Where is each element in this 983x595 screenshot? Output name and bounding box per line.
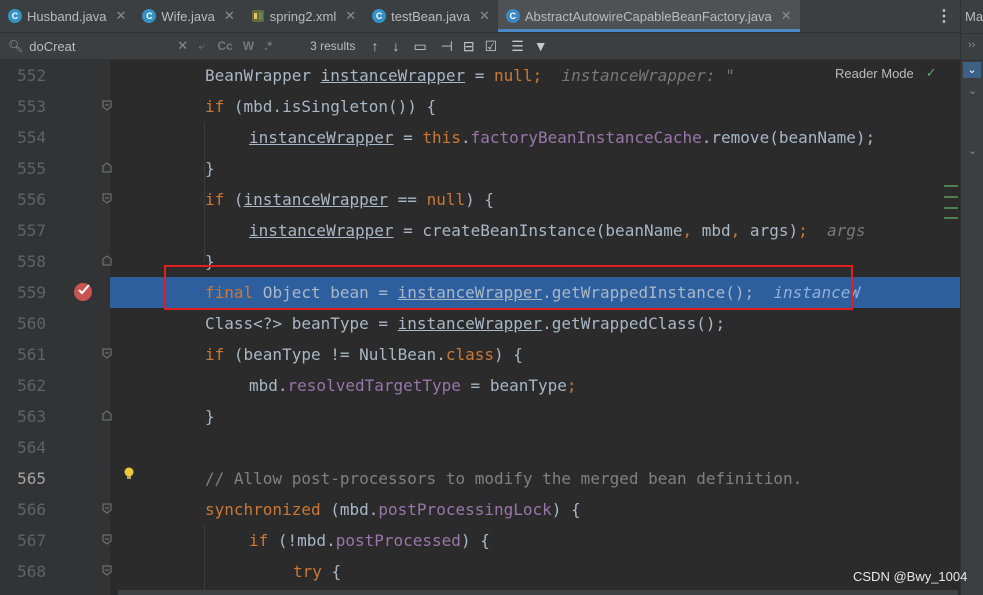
tab-menu-icon[interactable]: ⋮ [936,0,952,32]
arrow-down-icon[interactable]: ↓ [392,38,399,54]
tab-label: Wife.java [161,8,215,24]
remove-selection-icon[interactable]: ⊟ [463,38,475,55]
code-line: mbd.resolvedTargetType = beanType; [249,376,577,395]
breakpoint-icon[interactable] [74,283,92,301]
scroll-marker[interactable] [944,207,958,209]
inline-debug-value: instanceWrapper: " [561,66,735,85]
tab-label: AbstractAutowireCapableBeanFactory.java [524,8,772,24]
code-line: instanceWrapper = this.factoryBeanInstan… [249,128,876,147]
close-icon[interactable]: ✕ [345,8,356,24]
close-icon[interactable]: ✕ [781,8,792,24]
line-number: 559 [17,283,46,302]
code-line: if (instanceWrapper == null) { [205,190,494,209]
code-line: if (mbd.isSingleton()) { [205,97,437,116]
close-icon[interactable]: ✕ [224,8,235,24]
close-icon[interactable]: ✕ [116,8,127,24]
line-number: 555 [17,159,46,178]
horizontal-scrollbar[interactable] [118,590,958,595]
code-editor[interactable]: BeanWrapper instanceWrapper = null; inst… [110,60,960,595]
code-line: // Allow post-processors to modify the m… [205,469,803,488]
tab-label: testBean.java [391,8,470,24]
class-icon: C [372,9,387,23]
annotation-highlight-box [164,265,853,310]
regex-toggle[interactable]: .* [264,39,272,53]
watermark: CSDN @Bwy_1004 [853,569,968,584]
match-case-toggle[interactable]: Cc [217,39,232,53]
panel-label[interactable]: Ma [965,9,983,24]
code-line: } [205,159,215,178]
line-number: 567 [17,531,46,550]
tab-label: Husband.java [27,8,107,24]
scroll-marker[interactable] [944,217,958,219]
line-number: 563 [17,407,46,426]
xml-icon [251,10,264,22]
filter-icon[interactable]: ▼ [534,38,548,54]
tab-spring2-xml[interactable]: spring2.xml ✕ [243,0,364,32]
close-icon[interactable]: ✕ [479,8,490,24]
arrow-up-icon[interactable]: ↑ [371,38,378,54]
history-icon[interactable]: ⤶ [198,38,205,54]
add-selection-icon[interactable]: ⊣ [441,38,453,55]
class-icon: C [8,9,22,23]
scroll-marker[interactable] [944,185,958,187]
tab-abstractautowire-java[interactable]: C AbstractAutowireCapableBeanFactory.jav… [497,0,800,32]
code-line: instanceWrapper = createBeanInstance(bea… [249,221,866,240]
whole-words-toggle[interactable]: W [243,39,254,53]
check-icon [78,284,90,295]
scroll-marker[interactable] [944,196,958,198]
search-input[interactable]: doCreat [29,39,169,54]
check-icon: ✓ [925,65,937,80]
results-count: 3 results [310,39,356,53]
tab-testbean-java[interactable]: C testBean.java ✕ [364,0,498,32]
line-number: 553 [17,97,46,116]
line-number: 552 [17,66,46,85]
toggle-selection-icon[interactable]: ☑ [485,38,498,55]
inline-debug-value: args [827,221,866,240]
line-number-current: 565 [17,469,46,488]
chevron-right-icon[interactable]: ›› [968,39,975,51]
panel-toolbar: ›› [961,33,983,61]
reader-mode-label: Reader Mode [835,65,914,81]
tab-label: spring2.xml [269,8,337,24]
reader-mode-toggle[interactable]: Reader Mode ✓ [830,62,960,84]
line-number: 562 [17,376,46,395]
line-number: 558 [17,252,46,271]
tab-wife-java[interactable]: C Wife.java ✕ [134,0,242,32]
select-all-occurrences-icon[interactable]: ▭ [413,38,426,55]
class-icon: C [142,9,157,23]
code-line: synchronized (mbd.postProcessingLock) { [205,500,581,519]
clear-icon[interactable]: ✕ [177,38,188,54]
line-number: 557 [17,221,46,240]
line-number: 554 [17,128,46,147]
line-number: 561 [17,345,46,364]
code-line: Class<?> beanType = instanceWrapper.getW… [205,314,726,333]
right-tool-panel: Ma ›› ⌄ ⌄ ⌄ [960,0,983,595]
code-line: try { [293,562,342,581]
line-number: 564 [17,438,46,457]
chevron-down-icon[interactable]: ⌄ [963,62,981,78]
search-icon[interactable]: 🔍︎ [8,39,23,53]
code-line: if (beanType != NullBean.class) { [205,345,523,364]
code-line: if (!mbd.postProcessed) { [249,531,490,550]
line-number: 556 [17,190,46,209]
editor-tab-bar: C Husband.java ✕ C Wife.java ✕ spring2.x… [0,0,960,33]
line-number: 566 [17,500,46,519]
find-bar: 🔍︎ doCreat ✕ ⤶ Cc W .* 3 results ↑ ↓ ▭ ⊣… [0,33,960,60]
filter-options-icon[interactable]: ☰ [511,38,524,55]
chevron-down-icon[interactable]: ⌄ [968,144,977,157]
class-icon: C [505,9,520,23]
tab-husband-java[interactable]: C Husband.java ✕ [0,0,134,32]
line-number: 568 [17,562,46,581]
code-line: } [205,407,215,426]
chevron-down-icon[interactable]: ⌄ [968,84,977,97]
line-number: 560 [17,314,46,333]
